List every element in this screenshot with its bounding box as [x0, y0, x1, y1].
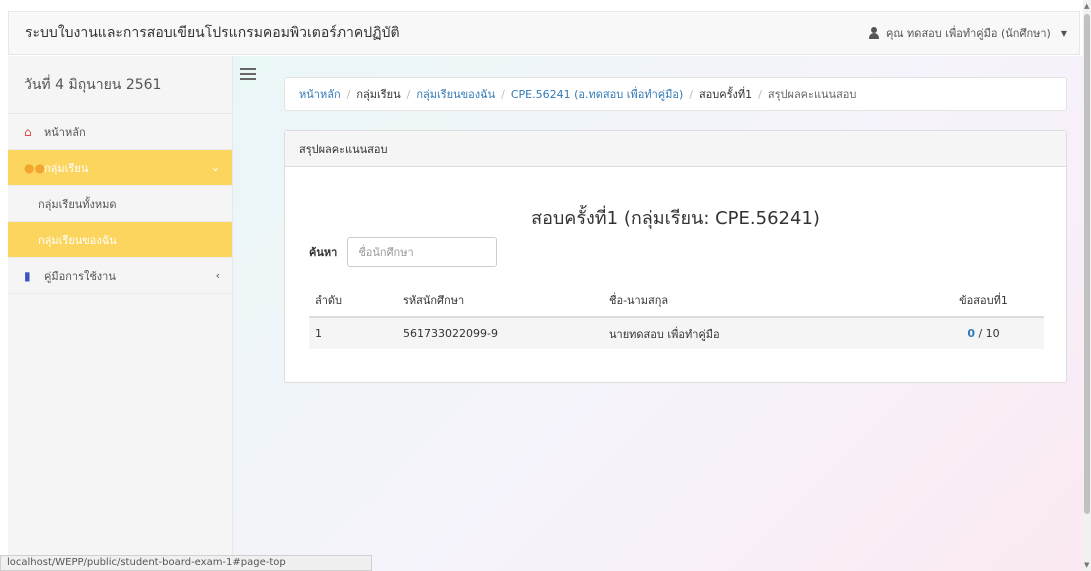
score-slash: / — [974, 327, 986, 340]
sidebar-item-all-groups[interactable]: กลุ่มเรียนทั้งหมด — [8, 186, 232, 222]
exam-title: สอบครั้งที่1 (กลุ่มเรียน: CPE.56241) — [531, 208, 820, 229]
row-score[interactable]: 0 / 10 — [923, 317, 1044, 349]
breadcrumb-course[interactable]: CPE.56241 (อ.ทดสอบ เพื่อทำคู่มือ) — [511, 85, 683, 103]
sidebar-item-label: หน้าหลัก — [44, 125, 86, 139]
search-row: ค้นหา — [309, 237, 498, 267]
breadcrumb-groups: กลุ่มเรียน — [356, 88, 401, 101]
sidebar-item-label: กลุ่มเรียน — [44, 161, 89, 175]
column-header-no[interactable]: ลำดับ — [309, 283, 397, 318]
breadcrumb-separator: / — [406, 87, 411, 101]
sidebar-date: วันที่ 4 มิถุนายน 2561 — [8, 56, 232, 114]
sidebar-toggle-icon[interactable] — [240, 68, 256, 80]
user-name: คุณ ทดสอบ เพื่อทำคู่มือ (นักศึกษา) — [885, 27, 1051, 40]
user-menu[interactable]: คุณ ทดสอบ เพื่อทำคู่มือ (นักศึกษา) ▼ — [868, 24, 1067, 42]
browser-status-bar: localhost/WEPP/public/student-board-exam… — [0, 555, 372, 571]
scroll-down-icon[interactable]: ▼ — [1084, 561, 1089, 569]
column-header-name[interactable]: ชื่อ-นามสกุล — [603, 283, 923, 318]
scrollbar-thumb[interactable] — [1084, 14, 1090, 514]
column-header-student-id[interactable]: รหัสนักศึกษา — [397, 283, 603, 318]
sidebar-item-my-groups[interactable]: กลุ่มเรียนของฉัน — [8, 222, 232, 258]
breadcrumb-separator: / — [346, 87, 351, 101]
sidebar-item-manual[interactable]: ▮ คู่มือการใช้งาน ‹ — [8, 258, 232, 294]
table-row: 1 561733022099-9 นายทดสอบ เพื่อทำคู่มือ … — [309, 317, 1044, 349]
breadcrumb-home[interactable]: หน้าหลัก — [299, 85, 341, 103]
column-header-exam-1[interactable]: ข้อสอบที่1 — [923, 283, 1044, 318]
breadcrumb-my-groups[interactable]: กลุ่มเรียนของฉัน — [416, 85, 495, 103]
table-header-row: ลำดับ รหัสนักศึกษา ชื่อ-นามสกุล ข้อสอบที… — [309, 283, 1044, 318]
breadcrumb-separator: / — [689, 87, 693, 101]
breadcrumb-separator: / — [501, 87, 505, 101]
breadcrumb-current: สรุปผลคะแนนสอบ — [767, 88, 857, 101]
row-name: นายทดสอบ เพื่อทำคู่มือ — [603, 317, 923, 349]
sidebar-item-home[interactable]: ⌂ หน้าหลัก — [8, 114, 232, 150]
search-input[interactable] — [347, 237, 498, 267]
sidebar-item-label: กลุ่มเรียนของฉัน — [38, 233, 117, 247]
breadcrumb-exam: สอบครั้งที่1 — [698, 88, 753, 101]
main-content: หน้าหลัก / กลุ่มเรียน / กลุ่มเรียนของฉัน… — [233, 56, 1083, 571]
home-icon: ⌂ — [24, 124, 32, 139]
sidebar-item-label: กลุ่มเรียนทั้งหมด — [38, 197, 117, 211]
score-summary-panel: สรุปผลคะแนนสอบ สอบครั้งที่1 (กลุ่มเรียน:… — [284, 130, 1067, 383]
chevron-down-icon: ⌄ — [210, 161, 220, 174]
page-scrollbar[interactable]: ▲ ▼ — [1083, 0, 1091, 571]
row-no: 1 — [309, 317, 397, 349]
caret-down-icon: ▼ — [1060, 28, 1067, 38]
breadcrumb-separator: / — [758, 87, 762, 101]
score-value[interactable]: 0 — [967, 327, 975, 340]
app-title[interactable]: ระบบใบงานและการสอบเขียนโปรแกรมคอมพิวเตอร… — [25, 22, 400, 44]
users-icon: ●● — [24, 160, 45, 175]
sidebar-item-label: คู่มือการใช้งาน — [44, 269, 116, 283]
user-icon — [868, 27, 880, 39]
results-table: ลำดับ รหัสนักศึกษา ชื่อ-นามสกุล ข้อสอบที… — [309, 283, 1044, 349]
breadcrumb: หน้าหลัก / กลุ่มเรียน / กลุ่มเรียนของฉัน… — [284, 77, 1067, 111]
book-icon: ▮ — [24, 268, 31, 283]
row-student-id: 561733022099-9 — [397, 317, 603, 349]
search-label: ค้นหา — [309, 246, 338, 259]
score-total: 10 — [985, 327, 1000, 340]
chevron-left-icon: ‹ — [215, 269, 220, 282]
top-navbar: ระบบใบงานและการสอบเขียนโปรแกรมคอมพิวเตอร… — [8, 11, 1080, 55]
panel-heading: สรุปผลคะแนนสอบ — [285, 131, 1066, 167]
sidebar-item-groups[interactable]: ●● กลุ่มเรียน ⌄ — [8, 150, 232, 186]
scroll-up-icon[interactable]: ▲ — [1084, 2, 1089, 10]
sidebar: วันที่ 4 มิถุนายน 2561 ⌂ หน้าหลัก ●● กลุ… — [8, 56, 233, 571]
